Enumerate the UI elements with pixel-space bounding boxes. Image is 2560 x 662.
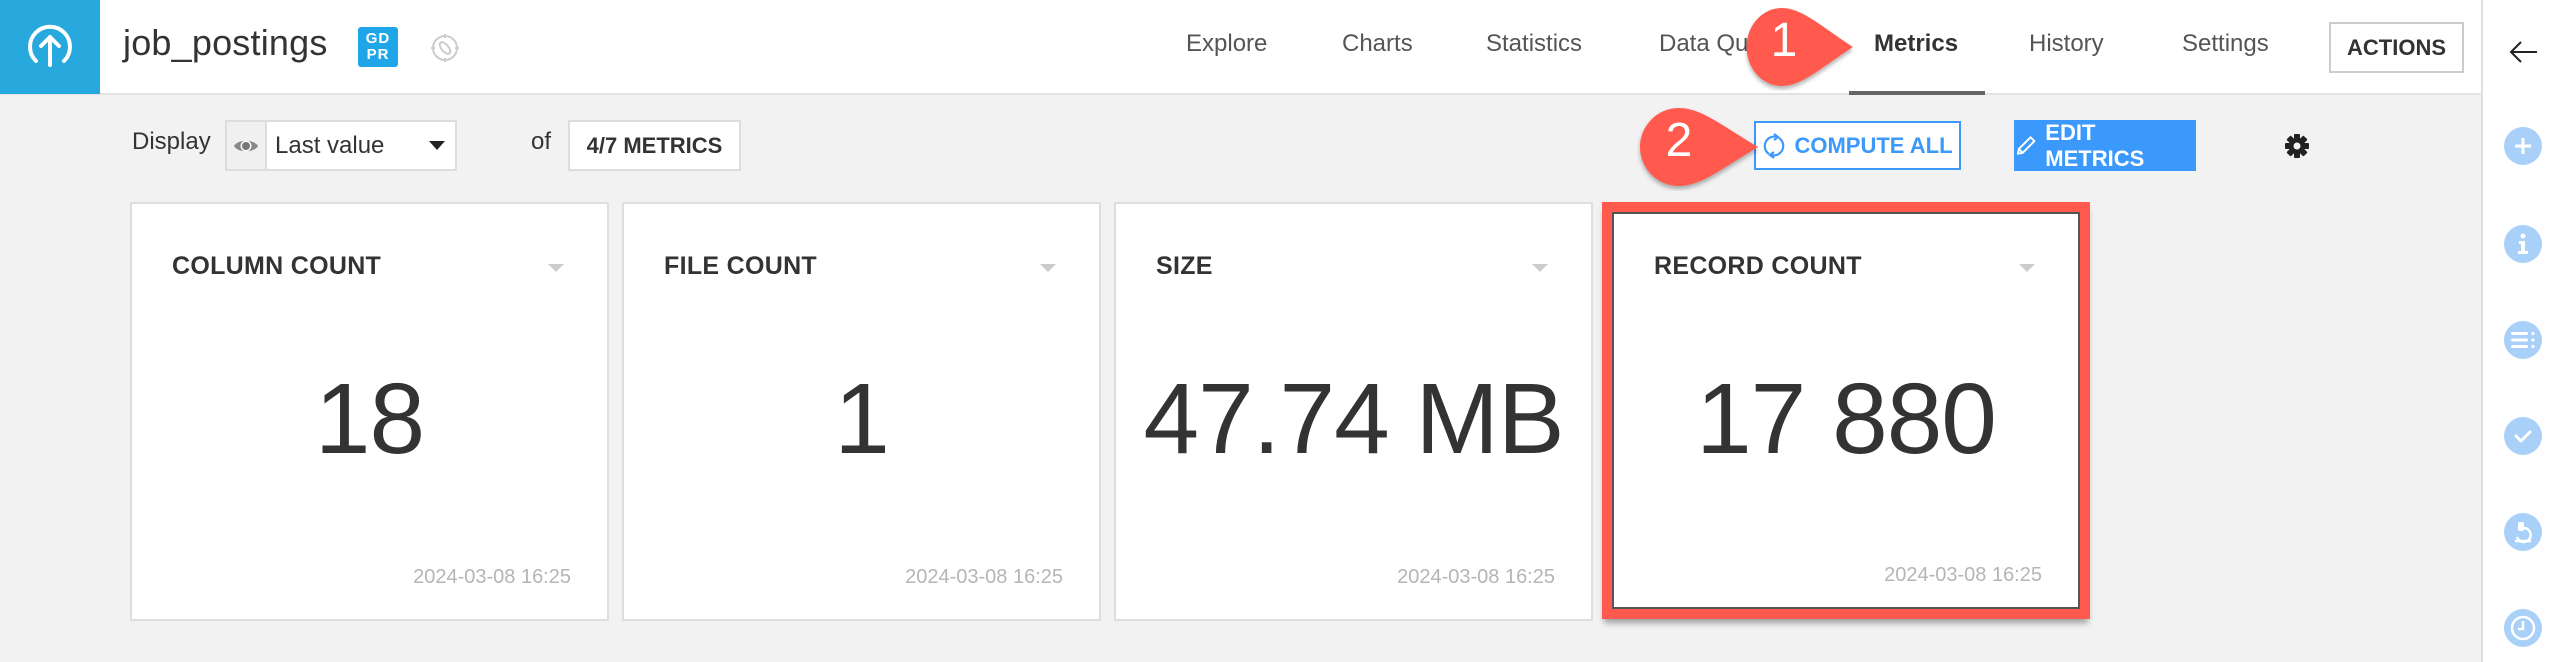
metric-card-column-count: COLUMN COUNT 18 2024-03-08 16:25	[130, 202, 609, 621]
lab-icon[interactable]	[2504, 513, 2542, 551]
tab-data-quality[interactable]: Data Qu	[1659, 30, 1748, 58]
edit-metrics-label: EDIT METRICS	[2045, 119, 2145, 171]
tab-settings[interactable]: Settings	[2182, 30, 2269, 58]
gdpr-badge-line1: GD	[365, 30, 391, 47]
metric-title: RECORD COUNT	[1654, 252, 1862, 280]
compute-all-label: COMPUTE ALL	[1794, 132, 1953, 158]
metric-timestamp: 2024-03-08 16:25	[1397, 566, 1555, 588]
display-label: Display	[132, 128, 211, 155]
lineage-icon[interactable]	[430, 33, 460, 63]
annotation-marker-2: 2	[1636, 105, 1758, 191]
metric-value: 18	[314, 363, 425, 475]
chevron-down-icon[interactable]	[548, 264, 564, 272]
metric-timestamp: 2024-03-08 16:25	[413, 566, 571, 588]
metric-card-file-count: FILE COUNT 1 2024-03-08 16:25	[622, 202, 1101, 621]
display-mode-value: Last value	[275, 131, 385, 159]
dataset-type-logo[interactable]	[0, 0, 100, 94]
metric-timestamp: 2024-03-08 16:25	[905, 566, 1063, 588]
right-sidebar	[2481, 0, 2560, 662]
display-select-group: Last value	[225, 120, 457, 171]
chevron-down-icon[interactable]	[1040, 264, 1056, 272]
pencil-icon	[2016, 135, 2036, 155]
of-label: of	[531, 128, 552, 155]
gdpr-badge-line2: PR	[366, 46, 390, 63]
clock-icon[interactable]	[2504, 609, 2542, 647]
active-tab-indicator	[1849, 91, 1985, 95]
annotation-marker-1: 1	[1743, 5, 1853, 91]
annotation-number: 1	[1770, 14, 1798, 67]
upload-arrow-icon	[28, 24, 72, 67]
display-mode-select[interactable]: Last value	[267, 122, 455, 169]
plus-icon[interactable]	[2504, 127, 2542, 165]
eye-icon	[234, 140, 258, 151]
tab-explore[interactable]: Explore	[1186, 30, 1267, 58]
gdpr-badge[interactable]: GD PR	[358, 27, 398, 67]
chevron-down-icon	[429, 141, 445, 150]
chevron-down-icon[interactable]	[1532, 264, 1548, 272]
top-header: job_postings GD PR Explore Charts Statis…	[0, 0, 2481, 95]
tab-metrics[interactable]: Metrics	[1874, 30, 1958, 58]
metric-value: 1	[834, 363, 890, 475]
info-icon[interactable]	[2504, 225, 2542, 263]
actions-button[interactable]: ACTIONS	[2329, 22, 2464, 73]
metric-card-size: SIZE 47.74 MB 2024-03-08 16:25	[1114, 202, 1593, 621]
metrics-selector-button[interactable]: 4/7 METRICS	[568, 120, 741, 171]
tab-history[interactable]: History	[2029, 30, 2104, 58]
tab-charts[interactable]: Charts	[1342, 30, 1413, 58]
dataset-title: job_postings	[123, 22, 328, 63]
visibility-toggle[interactable]	[227, 122, 267, 169]
metric-title: SIZE	[1156, 252, 1213, 280]
metric-title: FILE COUNT	[664, 252, 817, 280]
metric-title: COLUMN COUNT	[172, 252, 382, 280]
edit-metrics-button[interactable]: EDIT METRICS	[2014, 120, 2196, 171]
back-arrow-icon[interactable]	[2505, 36, 2541, 68]
metric-timestamp: 2024-03-08 16:25	[1884, 564, 2042, 586]
metric-value: 47.74 MB	[1143, 363, 1564, 475]
tab-statistics[interactable]: Statistics	[1486, 30, 1582, 58]
gear-icon[interactable]	[2284, 133, 2310, 159]
refresh-icon	[1764, 132, 1785, 159]
check-icon[interactable]	[2504, 417, 2542, 455]
list-icon[interactable]	[2504, 321, 2542, 359]
metric-card-record-count: RECORD COUNT 17 880 2024-03-08 16:25	[1612, 212, 2080, 609]
chevron-down-icon[interactable]	[2019, 264, 2035, 272]
compute-all-button[interactable]: COMPUTE ALL	[1754, 121, 1961, 170]
annotation-number: 2	[1665, 114, 1693, 167]
metric-value: 17 880	[1696, 363, 1997, 475]
